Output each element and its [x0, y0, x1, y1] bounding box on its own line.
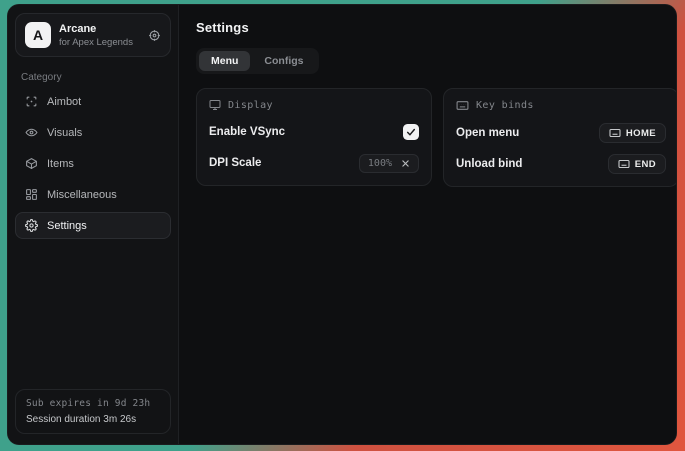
- subscription-status-panel: Sub expires in 9d 23h Session duration 3…: [15, 389, 171, 434]
- sidebar-item-settings[interactable]: Settings: [15, 212, 171, 239]
- session-duration-text: Session duration 3m 26s: [26, 414, 160, 425]
- sidebar-item-aimbot[interactable]: Aimbot: [15, 88, 171, 115]
- sub-expires-text: Sub expires in 9d 23h: [26, 398, 160, 409]
- display-card: Display Enable VSync DPI Scale 100%: [196, 88, 432, 186]
- sidebar-item-label: Items: [47, 158, 74, 170]
- monitor-icon: [209, 99, 221, 111]
- tab-menu[interactable]: Menu: [199, 51, 250, 71]
- keybinds-card-header: Key binds: [456, 99, 666, 112]
- settings-cards: Display Enable VSync DPI Scale 100%: [196, 88, 677, 187]
- unload-bind-row: Unload bind END: [456, 154, 666, 174]
- dpi-value: 100%: [368, 158, 392, 169]
- vsync-label: Enable VSync: [209, 126, 285, 138]
- keybinds-card-title: Key binds: [476, 100, 534, 111]
- tab-configs[interactable]: Configs: [252, 51, 315, 71]
- eye-icon: [25, 126, 38, 139]
- vsync-checkbox[interactable]: [403, 124, 419, 140]
- sidebar-item-label: Aimbot: [47, 96, 81, 108]
- display-card-title: Display: [228, 100, 273, 111]
- open-menu-key: HOME: [626, 128, 656, 139]
- open-menu-row: Open menu HOME: [456, 123, 666, 143]
- sidebar-item-label: Settings: [47, 220, 87, 232]
- app-logo: A: [25, 22, 51, 48]
- brand-block: Arcane for Apex Legends: [59, 23, 140, 48]
- clear-x-icon[interactable]: [401, 159, 410, 168]
- dpi-label: DPI Scale: [209, 157, 261, 169]
- sidebar: A Arcane for Apex Legends Category: [8, 5, 179, 444]
- unload-bind-key: END: [635, 159, 656, 170]
- sidebar-header: A Arcane for Apex Legends: [15, 13, 171, 57]
- sidebar-item-label: Visuals: [47, 127, 82, 139]
- keyboard-icon: [456, 99, 469, 112]
- page-title: Settings: [196, 20, 677, 35]
- settings-tabs: Menu Configs: [196, 48, 319, 74]
- crosshair-icon: [25, 95, 38, 108]
- check-icon: [406, 127, 416, 137]
- display-card-header: Display: [209, 99, 419, 111]
- grid-icon: [25, 188, 38, 201]
- sidebar-item-visuals[interactable]: Visuals: [15, 119, 171, 146]
- sidebar-item-miscellaneous[interactable]: Miscellaneous: [15, 181, 171, 208]
- unload-keybind-button[interactable]: END: [608, 154, 666, 174]
- sidebar-item-label: Miscellaneous: [47, 189, 117, 201]
- sidebar-nav: Aimbot Visuals Items: [15, 88, 171, 239]
- open-menu-label: Open menu: [456, 127, 519, 139]
- keyboard-icon: [609, 127, 621, 139]
- sidebar-item-items[interactable]: Items: [15, 150, 171, 177]
- target-icon[interactable]: [148, 29, 161, 42]
- category-label: Category: [21, 72, 165, 83]
- app-subtitle: for Apex Legends: [59, 37, 140, 48]
- keybinds-card: Key binds Open menu HOME: [443, 88, 677, 187]
- unload-bind-label: Unload bind: [456, 158, 522, 170]
- dpi-scale-input[interactable]: 100%: [359, 154, 419, 173]
- main-content: Settings Menu Configs Display: [179, 5, 677, 444]
- keyboard-icon: [618, 158, 630, 170]
- app-title: Arcane: [59, 23, 140, 35]
- gear-icon: [25, 219, 38, 232]
- app-window: A Arcane for Apex Legends Category: [7, 4, 677, 445]
- vsync-row: Enable VSync: [209, 122, 419, 142]
- open-menu-keybind-button[interactable]: HOME: [599, 123, 666, 143]
- dpi-row: DPI Scale 100%: [209, 153, 419, 173]
- package-icon: [25, 157, 38, 170]
